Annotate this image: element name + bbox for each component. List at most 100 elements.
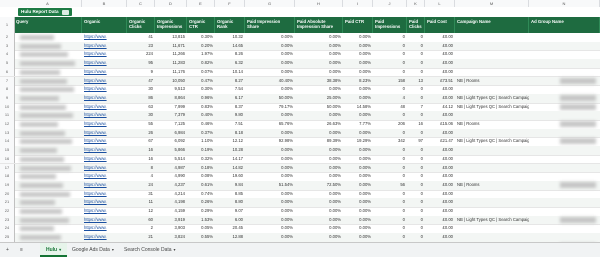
table-cell: 97: [407, 137, 425, 146]
column-letter[interactable]: L: [425, 0, 455, 7]
column-header[interactable]: Organic Rank: [215, 17, 245, 33]
table-cell: 0.00%: [343, 146, 373, 155]
url-link[interactable]: https://www.: [82, 59, 127, 68]
table-cell: [455, 207, 529, 216]
table-cell: 0.07%: [187, 68, 215, 77]
row-number[interactable]: 14: [0, 137, 15, 146]
url-link[interactable]: https://www.: [82, 50, 127, 59]
column-header[interactable]: Organic: [82, 17, 127, 33]
row-number[interactable]: 10: [0, 103, 15, 112]
table-cell: 6.17: [215, 94, 245, 103]
column-letter[interactable]: A: [14, 0, 82, 7]
url-link[interactable]: https://www.: [82, 224, 127, 233]
url-link[interactable]: https://www.: [82, 129, 127, 138]
table-cell: 0: [407, 50, 425, 59]
row-number[interactable]: 3: [0, 42, 15, 51]
url-link[interactable]: https://www.: [82, 68, 127, 77]
report-title-chip[interactable]: Hulu Report Data: [18, 8, 72, 16]
url-link[interactable]: https://www.: [82, 146, 127, 155]
row-number[interactable]: 16: [0, 155, 15, 164]
tab-hulu[interactable]: Hulu▾: [40, 243, 67, 257]
url-link[interactable]: https://www.: [82, 111, 127, 120]
column-header[interactable]: Query: [14, 17, 82, 33]
url-link[interactable]: https://www.: [82, 77, 127, 86]
table-cell: £73.51: [425, 77, 455, 86]
table-row[interactable]: 25https://www.213,8240.55%12.880.00%0.00…: [0, 233, 600, 242]
column-header[interactable]: Paid Absolute Impression Share: [295, 17, 343, 33]
url-link[interactable]: https://www.: [82, 137, 127, 146]
row-number[interactable]: 25: [0, 233, 15, 242]
url-link[interactable]: https://www.: [82, 103, 127, 112]
column-header[interactable]: Campaign Name: [455, 17, 529, 33]
table-cell: 5,514: [155, 155, 187, 164]
column-letter[interactable]: N: [529, 0, 600, 7]
row-number[interactable]: 13: [0, 129, 15, 138]
row-number[interactable]: 18: [0, 172, 15, 181]
table-cell: £0.00: [425, 42, 455, 51]
column-header[interactable]: Paid Clicks: [407, 17, 425, 33]
row-number[interactable]: 11: [0, 111, 15, 120]
row-number[interactable]: 4: [0, 50, 15, 59]
column-letter[interactable]: M: [455, 0, 529, 7]
column-letter[interactable]: D: [155, 0, 187, 7]
table-cell: [455, 129, 529, 138]
url-link[interactable]: https://www.: [82, 120, 127, 129]
url-link[interactable]: https://www.: [82, 190, 127, 199]
column-letter[interactable]: G: [245, 0, 295, 7]
url-link[interactable]: https://www.: [82, 216, 127, 225]
column-letter[interactable]: F: [215, 0, 245, 7]
row-number[interactable]: 24: [0, 224, 15, 233]
url-link[interactable]: https://www.: [82, 155, 127, 164]
url-link[interactable]: https://www.: [82, 33, 127, 42]
all-sheets-menu-button[interactable]: ≡: [20, 243, 23, 257]
column-header[interactable]: Ad Group Name: [529, 17, 600, 33]
column-letter[interactable]: K: [407, 0, 425, 7]
url-link[interactable]: https://www.: [82, 207, 127, 216]
url-link[interactable]: https://www.: [82, 42, 127, 51]
column-header[interactable]: Paid Impression Share: [245, 17, 295, 33]
row-number[interactable]: 8: [0, 85, 15, 94]
column-letter[interactable]: E: [187, 0, 215, 7]
row-number[interactable]: 23: [0, 216, 15, 225]
url-link[interactable]: https://www.: [82, 172, 127, 181]
row-number[interactable]: 19: [0, 181, 15, 190]
row-number[interactable]: 22: [0, 207, 15, 216]
row-number[interactable]: 6: [0, 68, 15, 77]
add-sheet-button[interactable]: +: [6, 243, 9, 257]
table-cell: 11: [127, 198, 155, 207]
row-number[interactable]: 15: [0, 146, 15, 155]
column-header[interactable]: Organic CTR: [187, 17, 215, 33]
column-header[interactable]: Paid Cost: [425, 17, 455, 33]
url-link[interactable]: https://www.: [82, 233, 127, 242]
tab-search-console-data[interactable]: Search Console Data▾: [118, 243, 182, 257]
tab-google-ads-data[interactable]: Google Ads Data▾: [66, 243, 120, 257]
table-cell: 50.00%: [295, 103, 343, 112]
column-header[interactable]: Organic Impressions: [155, 17, 187, 33]
column-header[interactable]: Paid CTR: [343, 17, 373, 33]
url-link[interactable]: https://www.: [82, 85, 127, 94]
column-letter[interactable]: J: [373, 0, 407, 7]
url-link[interactable]: https://www.: [82, 198, 127, 207]
row-number[interactable]: 5: [0, 59, 15, 68]
row-number[interactable]: 17: [0, 164, 15, 173]
row-number[interactable]: 21: [0, 198, 15, 207]
row-number[interactable]: 12: [0, 120, 15, 129]
column-letter[interactable]: I: [343, 0, 373, 7]
url-link[interactable]: https://www.: [82, 94, 127, 103]
column-letter[interactable]: H: [295, 0, 343, 7]
column-letter[interactable]: C: [127, 0, 155, 7]
column-letter[interactable]: B: [82, 0, 127, 7]
table-cell: 3,919: [155, 216, 187, 225]
row-number[interactable]: 2: [0, 33, 15, 42]
url-link[interactable]: https://www.: [82, 181, 127, 190]
table-cell: £0.00: [425, 129, 455, 138]
row-number[interactable]: 20: [0, 190, 15, 199]
table-cell: 47: [127, 77, 155, 86]
table-cell: 0.32%: [187, 155, 215, 164]
row-number[interactable]: 1: [0, 17, 15, 33]
row-number[interactable]: 9: [0, 94, 15, 103]
column-header[interactable]: Organic Clicks: [127, 17, 155, 33]
row-number[interactable]: 7: [0, 77, 15, 86]
url-link[interactable]: https://www.: [82, 164, 127, 173]
column-header[interactable]: Paid Impressions: [373, 17, 407, 33]
